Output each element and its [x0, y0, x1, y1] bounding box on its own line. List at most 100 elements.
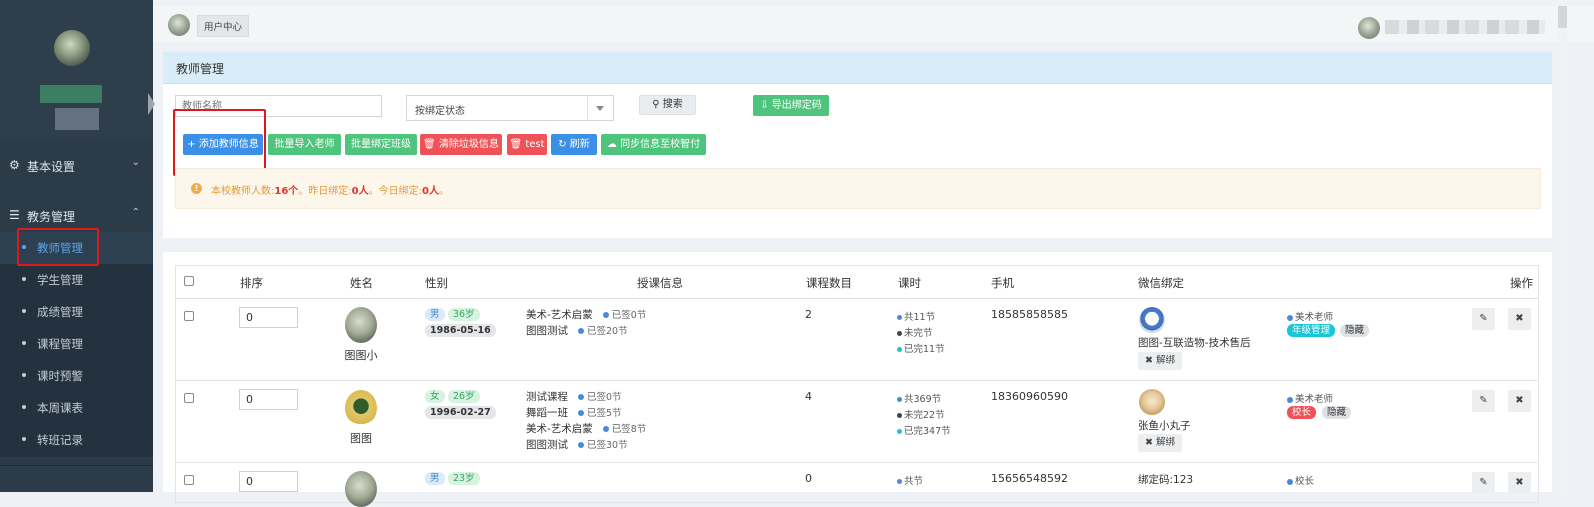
birthday-tag: 1986-05-16: [425, 324, 496, 337]
avatar[interactable]: [168, 14, 190, 36]
teacher-role: 校长: [1287, 473, 1314, 487]
highlight-box-teacher-menu: [17, 228, 99, 266]
age-tag: 36岁: [448, 308, 480, 321]
row-checkbox[interactable]: [184, 475, 194, 485]
school-logo: [54, 30, 90, 66]
sidebar-group-label: 教务管理: [27, 210, 76, 224]
refresh-icon: ↻: [558, 139, 567, 150]
phone-number: 15656548592: [991, 472, 1068, 485]
delete-button[interactable]: ✖: [1508, 472, 1531, 494]
bind-status-select[interactable]: 按绑定状态: [406, 95, 614, 121]
hours-undone: 未完节: [897, 325, 933, 339]
sidebar-group-academic[interactable]: ☰ 教务管理 ⌃: [0, 198, 153, 232]
gear-icon: ⚙: [9, 158, 20, 172]
gender-tag: 男: [425, 308, 445, 321]
sidebar-item-weekly-schedule[interactable]: 本周课表: [0, 392, 153, 424]
hidden-badge: 隐藏: [1340, 324, 1370, 337]
course-item: 测试课程 已签0节: [526, 391, 622, 403]
trash-icon: 🗑: [423, 139, 436, 150]
chevron-down-icon: [587, 96, 613, 120]
panel-header: 教师管理: [163, 52, 1552, 84]
sync-button[interactable]: ☁ 同步信息至校智付: [601, 134, 706, 155]
order-input[interactable]: 0: [239, 471, 298, 492]
table-row: 0 图图小 男 36岁 1986-05-16 美术-艺术启蒙 已签0节 图图测试已…: [175, 299, 1539, 381]
hours-total: 共369节: [897, 391, 941, 405]
close-icon: ✖: [1515, 313, 1524, 324]
teacher-name: 图图: [350, 432, 372, 445]
sidebar-item-hour-warning[interactable]: 课时预警: [0, 360, 153, 392]
pencil-icon: ✎: [1479, 395, 1488, 406]
bullet-icon: [22, 309, 26, 313]
sidebar-item-transfer-records[interactable]: 转班记录: [0, 424, 153, 456]
row-checkbox[interactable]: [184, 393, 194, 403]
gender-tag: 男: [425, 472, 445, 485]
bullet-icon: [22, 373, 26, 377]
unbind-button[interactable]: ✖ 解绑: [1138, 352, 1183, 370]
sidebar-item-label: 转班记录: [37, 433, 83, 447]
tab-user-center[interactable]: 用户中心: [197, 15, 250, 37]
edit-button[interactable]: ✎: [1472, 390, 1495, 412]
account-avatar[interactable]: [1358, 17, 1380, 39]
teacher-table-panel: 排序 姓名 性别 授课信息 课程数目 课时 手机 微信绑定 操作 0 图图小 男…: [163, 252, 1552, 507]
unbind-button[interactable]: ✖ 解绑: [1138, 434, 1183, 452]
hidden-badge: 隐藏: [1322, 406, 1352, 419]
batch-bind-class-button[interactable]: 批量绑定班级: [345, 134, 417, 155]
select-all-checkbox[interactable]: [184, 276, 194, 286]
wechat-name: 图图-互联造物-技术售后: [1138, 337, 1251, 349]
edit-button[interactable]: ✎: [1472, 308, 1495, 330]
hours-total: 共节: [897, 473, 923, 487]
highlight-box-add-button: [173, 109, 266, 176]
account-name-redacted[interactable]: [1385, 20, 1545, 34]
info-icon: !: [191, 183, 202, 194]
hours-done: 已完11节: [897, 341, 945, 355]
sidebar-item-label: 学生管理: [37, 273, 83, 287]
delete-button[interactable]: ✖: [1508, 308, 1531, 330]
bind-status-select-value: 按绑定状态: [415, 106, 465, 117]
trash-icon: 🗑: [509, 139, 523, 150]
course-item: 美术-艺术启蒙 已签0节: [526, 309, 647, 321]
teacher-avatar: [345, 471, 377, 507]
search-button[interactable]: ⚲ 搜索: [639, 95, 696, 115]
scrollbar-thumb[interactable]: [1558, 6, 1567, 28]
sidebar-item-label: 成绩管理: [37, 305, 83, 319]
sidebar-item-students[interactable]: 学生管理: [0, 264, 153, 296]
hours-total: 共11节: [897, 309, 935, 323]
course-item: 图图测试 已签30节: [526, 439, 628, 451]
sidebar-item-courses[interactable]: 课程管理: [0, 328, 153, 360]
pencil-icon: ✎: [1479, 313, 1488, 324]
test-button[interactable]: 🗑 test: [507, 134, 547, 155]
clear-junk-label: 清除垃圾信息: [438, 139, 499, 150]
edit-button[interactable]: ✎: [1472, 472, 1495, 494]
column-header-hours: 课时: [898, 276, 921, 290]
order-input[interactable]: 0: [239, 307, 298, 328]
column-header-order[interactable]: 排序: [240, 275, 263, 291]
refresh-button[interactable]: ↻ 刷新: [551, 134, 597, 155]
sync-label: 同步信息至校智付: [620, 139, 701, 150]
order-input[interactable]: 0: [239, 389, 298, 410]
clear-junk-button[interactable]: 🗑 清除垃圾信息: [420, 134, 502, 155]
export-bind-code-button[interactable]: ⇩ 导出绑定码: [753, 95, 829, 116]
sidebar-group-basic-settings[interactable]: ⚙ 基本设置 ⌄: [0, 148, 153, 184]
course-count: 0: [805, 472, 812, 485]
birthday-tag: 1996-02-27: [425, 406, 496, 419]
batch-import-label: 批量导入老师: [274, 139, 335, 150]
sidebar-group-label: 基本设置: [27, 160, 76, 174]
close-icon: ✖: [1515, 395, 1524, 406]
column-header-gender: 性别: [425, 276, 448, 290]
row-checkbox[interactable]: [184, 311, 194, 321]
teacher-role: 美术老师: [1287, 309, 1333, 323]
pencil-icon: ✎: [1479, 477, 1488, 488]
download-icon: ⇩: [760, 100, 769, 111]
gender-tag: 女: [425, 390, 445, 403]
sidebar-item-grades[interactable]: 成绩管理: [0, 296, 153, 328]
sidebar-group-more[interactable]: [0, 465, 153, 492]
batch-import-button[interactable]: 批量导入老师: [268, 134, 341, 155]
sidebar-collapse-toggle[interactable]: [148, 93, 155, 115]
table-header: 排序 姓名 性别 授课信息 课程数目 课时 手机 微信绑定 操作: [175, 265, 1539, 299]
vertical-scrollbar[interactable]: [1558, 0, 1567, 492]
refresh-label: 刷新: [569, 139, 590, 150]
user-name-redacted: [40, 85, 102, 103]
delete-button[interactable]: ✖: [1508, 390, 1531, 412]
sidebar-item-label: 本周课表: [37, 401, 83, 415]
wechat-name: 张鱼小丸子: [1138, 420, 1191, 432]
